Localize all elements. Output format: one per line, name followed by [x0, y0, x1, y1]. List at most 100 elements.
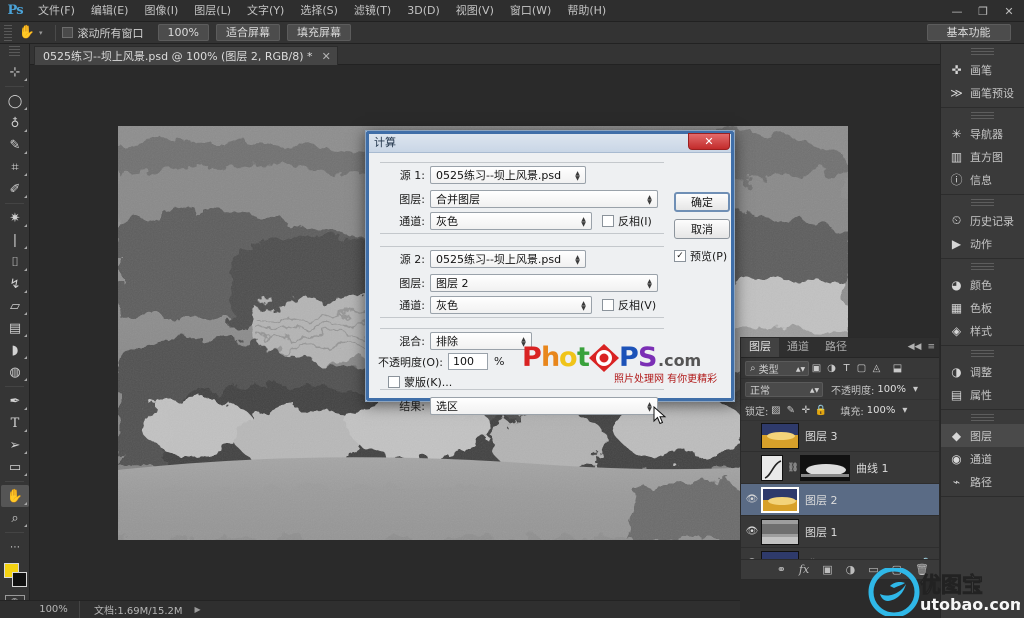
rail-grip-6[interactable]	[971, 414, 994, 421]
rail-item-properties[interactable]: ▤ 属性	[941, 383, 1024, 406]
rail-grip-2[interactable]	[971, 112, 994, 119]
close-icon[interactable]: ✕	[996, 1, 1022, 21]
source1-layer-select[interactable]: 合并图层 ▲ ▼	[430, 190, 658, 208]
calculations-dialog[interactable]: 计算 ✕ 源 1: 0525练习--坝上风景.psd ▲ ▼ 图层: 合并图层 ▲…	[365, 130, 735, 425]
panel-menu-icon[interactable]: ≡	[927, 342, 935, 352]
tab-paths[interactable]: 路径	[817, 338, 855, 357]
menu-view[interactable]: 视图(V)	[448, 0, 502, 22]
blend-select[interactable]: 排除 ▲ ▼	[430, 332, 532, 350]
source2-layer-select[interactable]: 图层 2 ▲ ▼	[430, 274, 658, 292]
fill-value[interactable]: 100%	[867, 405, 896, 416]
status-zoom-level[interactable]: 100%	[28, 600, 80, 618]
layer-visibility-icon[interactable]	[743, 452, 761, 484]
eraser-tool[interactable]: ▱	[1, 295, 29, 317]
rail-item-layers[interactable]: ◆ 图层	[941, 424, 1024, 447]
blend-mode-chevron-icon[interactable]: ▲▼	[809, 384, 820, 397]
rail-item-swatches[interactable]: ▦ 色板	[941, 296, 1024, 319]
shape-tool[interactable]: ▭	[1, 456, 29, 478]
menu-file[interactable]: 文件(F)	[30, 0, 83, 22]
new-group-icon[interactable]: ▭	[868, 563, 878, 576]
new-fill-adjustment-icon[interactable]: ◑	[846, 563, 856, 576]
move-tool[interactable]: ⊹	[1, 61, 29, 83]
collapse-icon[interactable]: ◀◀	[908, 342, 922, 352]
rail-item-paths[interactable]: ⌁ 路径	[941, 470, 1024, 493]
preview-checkbox[interactable]: ✓	[674, 250, 686, 262]
edit-toolbar-icon[interactable]: ⋯	[1, 536, 29, 558]
dialog-title-bar[interactable]: 计算 ✕	[366, 131, 734, 153]
rail-item-info[interactable]: ⓘ 信息	[941, 168, 1024, 191]
rail-item-navigator[interactable]: ✳ 导航器	[941, 122, 1024, 145]
layer-visibility-icon[interactable]	[743, 420, 761, 452]
layer-mask-icon[interactable]: ▣	[822, 563, 832, 576]
opacity-chevron-icon[interactable]: ▾	[908, 382, 923, 397]
opacity-value[interactable]: 100%	[877, 384, 906, 395]
document-tab-close-icon[interactable]: ✕	[322, 50, 331, 63]
new-layer-icon[interactable]: ▢	[892, 563, 902, 576]
pen-tool[interactable]: ✒	[1, 390, 29, 412]
menu-type[interactable]: 文字(Y)	[239, 0, 292, 22]
layer-style-icon[interactable]: fx	[799, 563, 809, 576]
adjustment-filter-icon[interactable]: ◑	[824, 361, 839, 376]
table-row[interactable]: 👁 图层 2	[741, 484, 939, 516]
source2-channel-chevron-icon[interactable]: ▲ ▼	[578, 299, 589, 312]
table-row[interactable]: 👁 背景 🔒	[741, 548, 939, 559]
menu-layer[interactable]: 图层(L)	[186, 0, 239, 22]
gradient-tool[interactable]: ▤	[1, 317, 29, 339]
options-bar-grip[interactable]	[4, 24, 12, 41]
blend-mode-select[interactable]: 正常 ▲▼	[745, 381, 823, 397]
hand-tool-icon[interactable]: ✋	[16, 24, 38, 42]
marquee-tool[interactable]: ◯	[1, 90, 29, 112]
path-selection-tool[interactable]: ➢	[1, 434, 29, 456]
lock-position-icon[interactable]: ✛	[798, 403, 813, 418]
source1-layer-chevron-icon[interactable]: ▲ ▼	[644, 193, 655, 206]
status-expand-icon[interactable]: ▶	[195, 605, 201, 614]
pixel-filter-icon[interactable]: ▣	[809, 361, 824, 376]
spot-healing-tool[interactable]: ✷	[1, 207, 29, 229]
lasso-tool[interactable]: ♁	[1, 112, 29, 134]
menu-select[interactable]: 选择(S)	[292, 0, 346, 22]
tab-channels[interactable]: 通道	[779, 338, 817, 357]
dodge-tool[interactable]: ◍	[1, 361, 29, 383]
dialog-close-button[interactable]: ✕	[688, 133, 730, 150]
rail-item-history[interactable]: ⏲ 历史记录	[941, 209, 1024, 232]
lock-image-icon[interactable]: ✎	[783, 403, 798, 418]
opacity-input[interactable]: 100	[448, 353, 488, 370]
minimize-icon[interactable]: —	[944, 1, 970, 21]
cancel-button[interactable]: 取消	[674, 219, 730, 239]
tools-panel-grip[interactable]	[9, 46, 20, 58]
filter-kind-select[interactable]: ⌕ 类型 ▲▼	[745, 360, 809, 376]
source2-file-chevron-icon[interactable]: ▲ ▼	[572, 253, 583, 266]
link-layers-icon[interactable]: ⚭	[777, 563, 786, 576]
hand-tool[interactable]: ✋	[1, 485, 29, 507]
menu-edit[interactable]: 编辑(E)	[83, 0, 137, 22]
rail-item-actions[interactable]: ▶ 动作	[941, 232, 1024, 255]
menu-window[interactable]: 窗口(W)	[502, 0, 559, 22]
source1-file-chevron-icon[interactable]: ▲ ▼	[572, 169, 583, 182]
rail-grip-1[interactable]	[971, 48, 994, 55]
layer-visibility-icon[interactable]: 👁	[743, 516, 761, 548]
table-row[interactable]: ⛓ 曲线 1	[741, 452, 939, 484]
type-tool[interactable]: T	[1, 412, 29, 434]
fill-screen-button[interactable]: 填充屏幕	[286, 24, 351, 41]
filter-toggle-icon[interactable]: ⬓	[890, 361, 905, 376]
filter-kind-chevron-icon[interactable]: ▲▼	[795, 363, 806, 376]
rail-item-channels[interactable]: ◉ 通道	[941, 447, 1024, 470]
menu-image[interactable]: 图像(I)	[136, 0, 186, 22]
document-tab[interactable]: 0525练习--坝上风景.psd @ 100% (图层 2, RGB/8) * …	[34, 46, 338, 65]
color-swatches[interactable]	[1, 561, 29, 591]
zoom-tool[interactable]: ⌕	[1, 507, 29, 529]
rail-grip-4[interactable]	[971, 263, 994, 270]
source1-file-select[interactable]: 0525练习--坝上风景.psd ▲ ▼	[430, 166, 586, 184]
scroll-all-windows-checkbox[interactable]	[61, 27, 73, 38]
source1-channel-chevron-icon[interactable]: ▲ ▼	[578, 215, 589, 228]
background-color-swatch[interactable]	[12, 572, 27, 587]
rail-item-brush[interactable]: ✜ 画笔	[941, 58, 1024, 81]
blur-tool[interactable]: ◗	[1, 339, 29, 361]
layer-visibility-icon[interactable]: 👁	[743, 548, 761, 559]
source2-file-select[interactable]: 0525练习--坝上风景.psd ▲ ▼	[430, 250, 586, 268]
ok-button[interactable]: 确定	[674, 192, 730, 212]
source2-channel-select[interactable]: 灰色 ▲ ▼	[430, 296, 592, 314]
fit-screen-button[interactable]: 适合屏幕	[215, 24, 280, 41]
source1-invert-checkbox[interactable]	[602, 215, 614, 227]
rail-grip-3[interactable]	[971, 199, 994, 206]
